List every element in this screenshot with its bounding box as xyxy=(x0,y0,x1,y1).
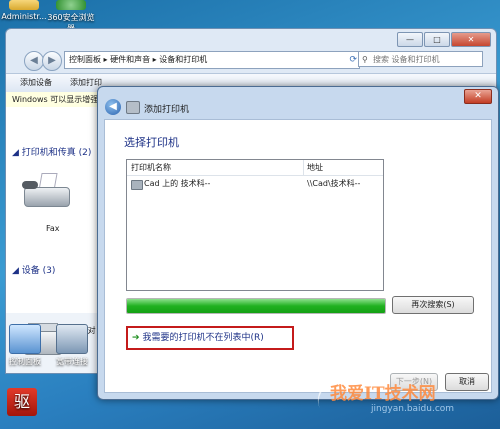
refresh-icon[interactable]: ⟳ xyxy=(349,52,357,68)
minimize-button[interactable]: — xyxy=(397,32,423,47)
watermark-brand: 我爱IT技术网 xyxy=(330,384,436,404)
list-item[interactable]: Cad 上的 技术科-- \\Cad\技术科-- xyxy=(127,177,383,191)
watermark: 我爱IT技术网 jingyan.baidu.com xyxy=(309,359,496,428)
back-button[interactable]: ◀ xyxy=(24,51,44,71)
app-icon: 驱 xyxy=(7,388,37,416)
search-progress-bar xyxy=(126,298,386,314)
progress-fill xyxy=(127,299,385,313)
desktop-icon-administrator[interactable]: Administr... xyxy=(0,0,48,21)
dialog-header: ◀ 添加打印机 xyxy=(104,97,492,119)
browser-icon xyxy=(56,0,86,10)
user-folder-icon xyxy=(9,0,39,10)
add-device-button[interactable]: 添加设备 xyxy=(20,77,52,88)
fax-icon[interactable] xyxy=(20,173,72,211)
desktop-icon-label: 控制面板 xyxy=(9,357,41,366)
column-header-name[interactable]: 打印机名称 xyxy=(131,160,171,175)
breadcrumb: 控制面板 ▸ 硬件和声音 ▸ 设备和打印机 xyxy=(69,55,208,64)
printer-icon xyxy=(126,101,140,114)
dialog-title: 添加打印机 xyxy=(144,105,190,115)
fax-label: Fax xyxy=(46,224,60,233)
search-icon: ⚲ xyxy=(362,55,368,64)
printer-not-listed-link[interactable]: ➔ 我需要的打印机不在列表中(R) xyxy=(126,326,294,350)
address-bar[interactable]: 控制面板 ▸ 硬件和声音 ▸ 设备和打印机 ⟳ xyxy=(64,51,360,69)
page-heading: 选择打印机 xyxy=(124,136,179,149)
printer-address: \\Cad\技术科-- xyxy=(307,179,361,188)
desktop-icon-label: Administr... xyxy=(1,12,47,21)
maximize-button[interactable]: □ xyxy=(424,32,450,47)
forward-button[interactable]: ▶ xyxy=(42,51,62,71)
add-printer-dialog: ✕ ◀ 添加打印机 选择打印机 打印机名称 地址 Cad 上的 技术科-- \\… xyxy=(97,86,499,400)
close-window-button[interactable]: ✕ xyxy=(451,32,491,47)
desktop-icon-broadband[interactable]: 宽带连接 xyxy=(50,324,94,367)
watermark-url: jingyan.baidu.com xyxy=(371,404,455,414)
add-printer-button[interactable]: 添加打印 xyxy=(70,77,102,88)
search-again-button[interactable]: 再次搜索(S) xyxy=(392,296,474,314)
printer-name: Cad 上的 技术科-- xyxy=(144,179,211,188)
navigation-bar: ◀ ▶ 控制面板 ▸ 硬件和声音 ▸ 设备和打印机 ⟳ ⚲ 搜索 设备和打印机 xyxy=(6,49,496,71)
back-arrow-icon[interactable]: ◀ xyxy=(105,99,121,115)
network-icon xyxy=(56,324,88,354)
printer-list[interactable]: 打印机名称 地址 Cad 上的 技术科-- \\Cad\技术科-- xyxy=(126,159,384,291)
not-listed-label: 我需要的打印机不在列表中(R) xyxy=(142,333,264,343)
group-header-printers[interactable]: ◢ 打印机和传真 (2) xyxy=(12,145,91,158)
desktop-icon-driver-app[interactable]: 驱 xyxy=(6,388,38,418)
group-label: 打印机和传真 (2) xyxy=(21,148,92,158)
green-arrow-icon: ➔ xyxy=(132,333,140,343)
control-panel-icon xyxy=(9,324,41,354)
search-input[interactable]: ⚲ 搜索 设备和打印机 xyxy=(358,51,483,67)
column-header-address[interactable]: 地址 xyxy=(303,160,323,175)
network-printer-icon xyxy=(131,180,143,190)
search-placeholder: 搜索 设备和打印机 xyxy=(373,55,440,64)
dialog-content: 选择打印机 打印机名称 地址 Cad 上的 技术科-- \\Cad\技术科-- … xyxy=(104,119,492,393)
list-header: 打印机名称 地址 xyxy=(127,160,383,176)
group-header-devices[interactable]: ◢ 设备 (3) xyxy=(12,263,55,276)
desktop-icon-control-panel[interactable]: 控制面板 xyxy=(4,324,46,367)
desktop-icon-label: 宽带连接 xyxy=(56,357,88,366)
window-controls: — □ ✕ xyxy=(397,32,491,47)
group-label: 设备 (3) xyxy=(21,266,56,276)
